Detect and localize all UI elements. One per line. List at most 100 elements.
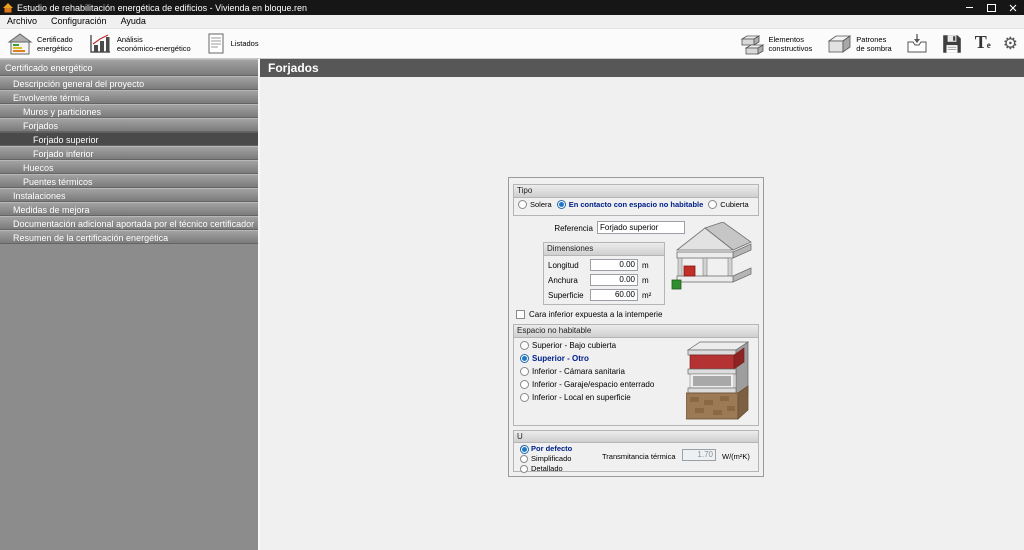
sidebar-item-forjado-inferior[interactable]: Forjado inferior — [0, 146, 258, 160]
radio-inferior-garaje-icon — [520, 380, 529, 389]
radio-simplificado-icon — [520, 455, 528, 463]
dimensiones-group: Dimensiones Longitud 0.00 m Anchura 0.00… — [543, 242, 665, 305]
radio-solera-icon — [518, 200, 527, 209]
patrones-label: Patrones de sombra — [856, 35, 891, 53]
maximize-icon — [987, 4, 996, 12]
dimensiones-group-title: Dimensiones — [544, 243, 664, 256]
sidebar-item-medidas-mejora[interactable]: Medidas de mejora — [0, 202, 258, 216]
intemperie-checkbox[interactable] — [516, 310, 525, 319]
radio-solera[interactable]: Solera — [518, 200, 552, 209]
radio-inferior-local[interactable]: Inferior - Local en superficie — [520, 393, 631, 402]
sidebar-item-puentes-termicos[interactable]: Puentes térmicos — [0, 174, 258, 188]
transmitancia-label: Transmitancia térmica — [602, 452, 676, 461]
forjado-superior-illustration — [669, 222, 761, 302]
certificado-label: Certificado energético — [37, 35, 73, 53]
close-icon — [1009, 4, 1017, 12]
tipo-group: Tipo Solera En contacto con espacio no h… — [513, 184, 759, 216]
intemperie-label: Cara inferior expuesta a la intemperie — [529, 310, 662, 319]
elementos-constructivos-button[interactable]: Elementos constructivos — [732, 31, 820, 57]
referencia-label: Referencia — [527, 224, 593, 233]
radio-superior-otro-icon — [520, 354, 529, 363]
superficie-label: Superficie — [548, 291, 584, 300]
sidebar-tree: Certificado energético Descripción gener… — [0, 59, 258, 550]
menu-bar: Archivo Configuración Ayuda — [0, 15, 1024, 29]
fonts-icon: Te — [975, 32, 991, 55]
menu-archivo[interactable]: Archivo — [0, 15, 44, 28]
settings-button[interactable]: ⚙ — [997, 31, 1024, 57]
longitud-input[interactable]: 0.00 — [590, 259, 638, 271]
listados-label: Listados — [231, 39, 259, 48]
transmitancia-unit: W/(m²K) — [722, 452, 750, 461]
radio-cubierta-icon — [708, 200, 717, 209]
anchura-input[interactable]: 0.00 — [590, 274, 638, 286]
espacio-no-habitable-group: Espacio no habitable Superior - Bajo cub… — [513, 324, 759, 426]
toolbar: Certificado energético Análisis económic… — [0, 29, 1024, 59]
sidebar-item-instalaciones[interactable]: Instalaciones — [0, 188, 258, 202]
superficie-input[interactable]: 60.00 — [590, 289, 638, 301]
open-file-icon — [905, 32, 929, 56]
shadow-box-icon — [826, 32, 852, 56]
construction-blocks-icon — [739, 32, 765, 56]
radio-cubierta[interactable]: Cubierta — [708, 200, 748, 209]
menu-ayuda[interactable]: Ayuda — [114, 15, 153, 28]
certificado-energetico-button[interactable]: Certificado energético — [0, 31, 80, 57]
tipo-options: Solera En contacto con espacio no habita… — [518, 200, 758, 209]
sidebar-item-muros-particiones[interactable]: Muros y particiones — [0, 104, 258, 118]
intemperie-row: Cara inferior expuesta a la intemperie — [516, 310, 662, 319]
sidebar-item-forjados[interactable]: Forjados — [0, 118, 258, 132]
sidebar-item-huecos[interactable]: Huecos — [0, 160, 258, 174]
analisis-label: Análisis económico-energético — [117, 35, 191, 53]
title-bar: Estudio de rehabilitación energética de … — [0, 0, 1024, 15]
save-floppy-icon — [941, 33, 963, 55]
radio-inferior-camara-sanitaria-icon — [520, 367, 529, 376]
u-group-title: U — [514, 431, 758, 443]
analisis-economico-button[interactable]: Análisis económico-energético — [80, 31, 198, 57]
transmitancia-input: 1.70 — [682, 449, 716, 461]
sidebar-item-documentacion-adicional[interactable]: Documentación adicional aportada por el … — [0, 216, 258, 230]
sidebar-item-envolvente-termica[interactable]: Envolvente térmica — [0, 90, 258, 104]
radio-por-defecto[interactable]: Por defecto — [520, 444, 572, 453]
longitud-label: Longitud — [548, 261, 579, 270]
patrones-sombra-button[interactable]: Patrones de sombra — [819, 31, 898, 57]
minimize-icon — [966, 7, 973, 8]
minimize-button[interactable] — [958, 0, 980, 15]
bar-chart-icon — [87, 32, 113, 56]
menu-configuracion[interactable]: Configuración — [44, 15, 114, 28]
radio-superior-bajo-cubierta-icon — [520, 341, 529, 350]
anchura-unit: m — [642, 276, 649, 285]
tipo-group-title: Tipo — [514, 185, 758, 198]
sidebar-item-certificado-energetico[interactable]: Certificado energético — [0, 59, 258, 76]
close-button[interactable] — [1002, 0, 1024, 15]
superficie-unit: m² — [642, 291, 651, 300]
radio-inferior-camara-sanitaria[interactable]: Inferior - Cámara sanitaria — [520, 367, 625, 376]
radio-inferior-local-icon — [520, 393, 529, 402]
radio-simplificado[interactable]: Simplificado — [520, 454, 571, 463]
radio-inferior-garaje[interactable]: Inferior - Garaje/espacio enterrado — [520, 380, 654, 389]
radio-espacio-no-habitable[interactable]: En contacto con espacio no habitable — [557, 200, 704, 209]
sidebar-item-descripcion-general[interactable]: Descripción general del proyecto — [0, 76, 258, 90]
maximize-button[interactable] — [980, 0, 1002, 15]
open-file-button[interactable] — [899, 31, 935, 57]
energy-certificate-house-icon — [7, 32, 33, 56]
save-button[interactable] — [935, 31, 969, 57]
radio-superior-bajo-cubierta[interactable]: Superior - Bajo cubierta — [520, 341, 616, 350]
fonts-button[interactable]: Te — [969, 31, 997, 57]
report-page-icon — [205, 32, 227, 56]
app-icon — [3, 3, 13, 13]
anchura-label: Anchura — [548, 276, 578, 285]
radio-detallado[interactable]: Detallado — [520, 464, 563, 473]
listados-button[interactable]: Listados — [198, 31, 266, 57]
espacio-group-title: Espacio no habitable — [514, 325, 758, 338]
longitud-unit: m — [642, 261, 649, 270]
radio-espacio-no-habitable-icon — [557, 200, 566, 209]
elementos-label: Elementos constructivos — [769, 35, 813, 53]
gear-icon: ⚙ — [1003, 34, 1018, 54]
radio-por-defecto-icon — [520, 445, 528, 453]
u-group: U Por defecto Simplificado Detallado Tra… — [513, 430, 759, 472]
main-content: Forjados Tipo Solera En contacto con esp… — [258, 59, 1024, 550]
radio-superior-otro[interactable]: Superior - Otro — [520, 354, 589, 363]
page-title: Forjados — [260, 59, 1024, 77]
sidebar-item-resumen-certificacion[interactable]: Resumen de la certificación energética — [0, 230, 258, 244]
radio-detallado-icon — [520, 465, 528, 473]
sidebar-item-forjado-superior[interactable]: Forjado superior — [0, 132, 258, 146]
